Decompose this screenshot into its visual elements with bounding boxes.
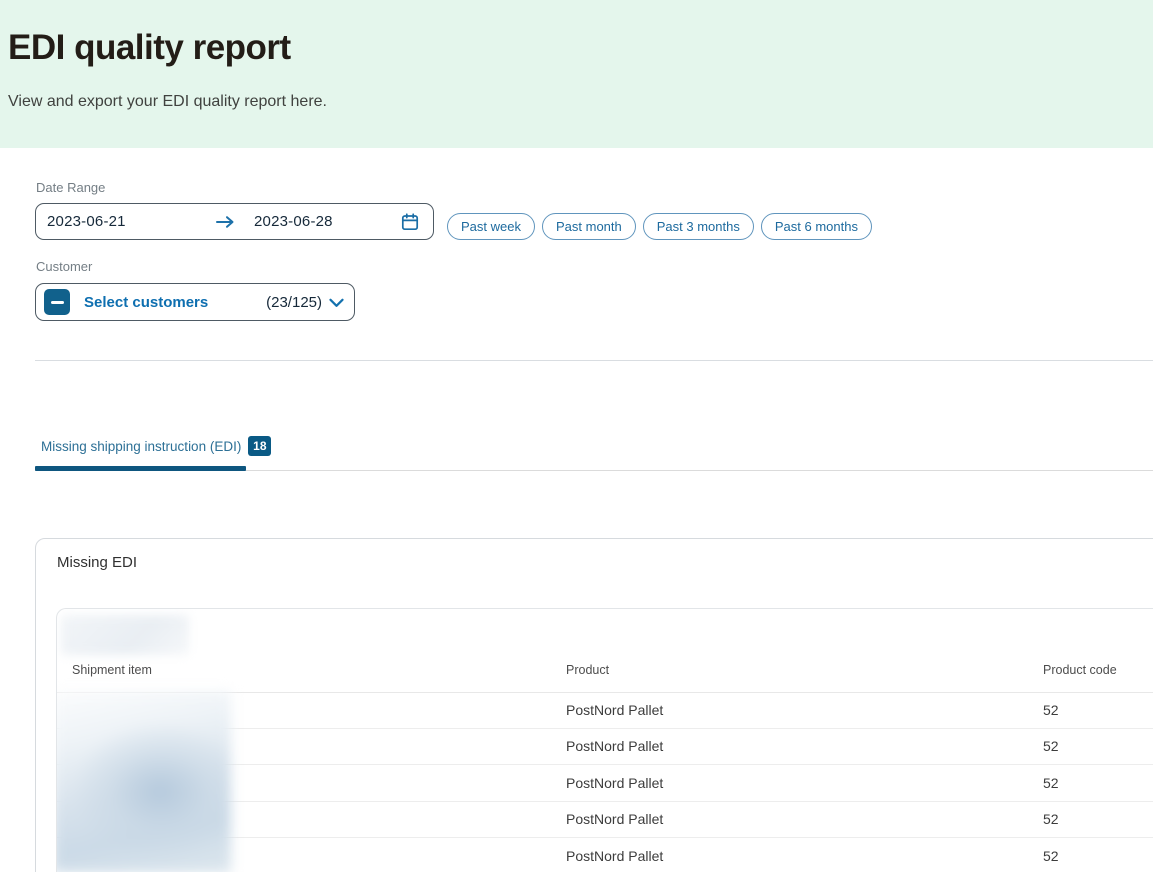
cell-product-code: 52 (1043, 811, 1059, 827)
customer-select-label: Select customers (84, 294, 208, 311)
customer-select[interactable]: Select customers (23/125) (35, 283, 355, 321)
past-3-months-button[interactable]: Past 3 months (643, 213, 754, 240)
table-row[interactable]: PostNord Pallet 52 (57, 802, 1153, 839)
missing-edi-table: Shipment item Product Product code PostN… (56, 608, 1153, 872)
chevron-down-icon[interactable] (329, 298, 344, 308)
active-tab-indicator (35, 466, 246, 471)
arrow-right-icon (214, 215, 236, 229)
missing-edi-card: Missing EDI Shipment item Product Produc… (35, 538, 1153, 872)
cell-product: PostNord Pallet (566, 738, 663, 754)
tab-count-badge: 18 (248, 436, 271, 456)
cell-product-code: 52 (1043, 702, 1059, 718)
start-date-value[interactable]: 2023-06-21 (47, 213, 214, 230)
end-date-value[interactable]: 2023-06-28 (254, 213, 333, 230)
cell-product-code: 52 (1043, 775, 1059, 791)
card-title: Missing EDI (57, 554, 137, 571)
table-row[interactable]: PostNord Pallet 52 (57, 765, 1153, 802)
past-6-months-button[interactable]: Past 6 months (761, 213, 872, 240)
table-row[interactable]: PostNord Pallet 52 (57, 692, 1153, 729)
cell-product: PostNord Pallet (566, 775, 663, 791)
redacted-blur-toolbar (61, 615, 189, 655)
table-row[interactable]: PostNord Pallet 52 (57, 838, 1153, 872)
date-range-label: Date Range (36, 180, 105, 195)
calendar-icon[interactable] (400, 212, 420, 232)
cell-product: PostNord Pallet (566, 848, 663, 864)
select-all-checkbox[interactable] (44, 289, 70, 315)
customer-label: Customer (36, 259, 92, 274)
cell-product-code: 52 (1043, 738, 1059, 754)
past-month-button[interactable]: Past month (542, 213, 636, 240)
cell-product: PostNord Pallet (566, 811, 663, 827)
table-row[interactable]: PostNord Pallet 52 (57, 729, 1153, 766)
past-week-button[interactable]: Past week (447, 213, 535, 240)
tab-missing-shipping-instruction[interactable]: Missing shipping instruction (EDI) 18 (41, 436, 271, 456)
page-header: EDI quality report View and export your … (0, 0, 1153, 148)
section-divider (35, 360, 1153, 361)
column-header-shipment-item: Shipment item (72, 663, 152, 677)
quick-range-buttons: Past week Past month Past 3 months Past … (447, 213, 872, 240)
column-header-product-code: Product code (1043, 663, 1117, 677)
tab-label: Missing shipping instruction (EDI) (41, 439, 241, 454)
date-range-input[interactable]: 2023-06-21 2023-06-28 (35, 203, 434, 240)
edi-quality-report-page: EDI quality report View and export your … (0, 0, 1153, 872)
column-header-product: Product (566, 663, 609, 677)
indeterminate-minus-icon (51, 301, 64, 304)
cell-product-code: 52 (1043, 848, 1059, 864)
cell-product: PostNord Pallet (566, 702, 663, 718)
table-rows: PostNord Pallet 52 PostNord Pallet 52 Po… (57, 692, 1153, 872)
page-title: EDI quality report (8, 28, 291, 68)
page-subtitle: View and export your EDI quality report … (8, 93, 327, 111)
customer-selection-count: (23/125) (266, 294, 322, 311)
